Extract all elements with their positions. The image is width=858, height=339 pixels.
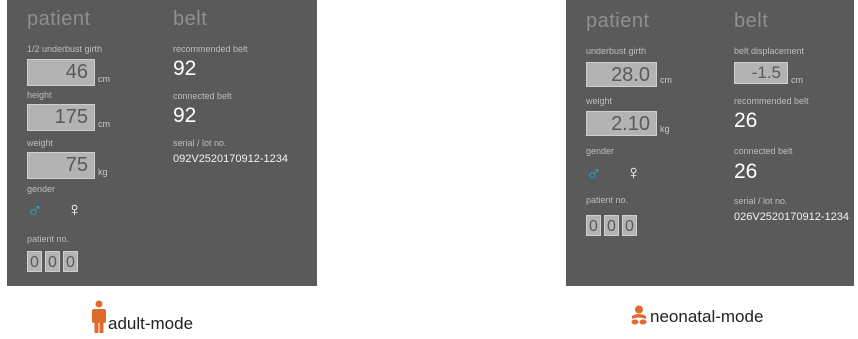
height-unit: cm xyxy=(98,119,110,129)
patient-no-digit-1[interactable]: 0 xyxy=(27,251,42,272)
adult-person-icon xyxy=(91,300,107,339)
female-icon[interactable]: ♀ xyxy=(626,162,641,185)
serial-value: 092V2520170912-1234 xyxy=(173,153,289,165)
gender-label: gender xyxy=(586,146,615,156)
patient-no-digit-2[interactable]: 0 xyxy=(45,251,60,272)
gender-label: gender xyxy=(27,184,56,194)
patient-no-label: patient no. xyxy=(586,195,629,205)
patient-no-digit-1[interactable]: 0 xyxy=(586,215,601,236)
serial-label: serial / lot no. xyxy=(173,138,227,148)
patient-no-digit-3[interactable]: 0 xyxy=(622,215,637,236)
displacement-unit: cm xyxy=(791,75,803,85)
patient-no-digit-3[interactable]: 0 xyxy=(63,251,78,272)
connected-belt-value: 26 xyxy=(734,160,758,183)
connected-belt-label: connected belt xyxy=(173,91,232,101)
underbust-girth-input[interactable]: 28.0 xyxy=(586,62,657,87)
underbust-girth-input[interactable]: 46 xyxy=(27,59,95,86)
belt-heading: belt xyxy=(173,8,208,30)
recommended-belt-value: 26 xyxy=(734,109,758,132)
height-label: height xyxy=(27,90,52,100)
weight-label: weight xyxy=(27,138,54,148)
patient-no-digit-2[interactable]: 0 xyxy=(604,215,619,236)
recommended-belt-label: recommended belt xyxy=(734,96,809,106)
adult-mode-screen: patient belt 1/2 underbust girth 46 cm h… xyxy=(7,0,317,286)
connected-belt-value: 92 xyxy=(173,104,197,127)
neonatal-mode-screen: patient belt underbust girth 28.0 cm wei… xyxy=(566,0,854,286)
weight-label: weight xyxy=(586,96,613,106)
underbust-girth-label: 1/2 underbust girth xyxy=(27,44,103,54)
belt-displacement-input[interactable]: -1.5 xyxy=(734,62,788,84)
patient-no-label: patient no. xyxy=(27,234,70,244)
belt-heading: belt xyxy=(734,10,769,32)
girth-unit: cm xyxy=(660,75,672,85)
female-icon[interactable]: ♀ xyxy=(67,199,82,222)
connected-belt-label: connected belt xyxy=(734,146,793,156)
patient-heading: patient xyxy=(27,8,91,30)
male-icon[interactable]: ♂ xyxy=(27,199,43,223)
weight-input[interactable]: 75 xyxy=(27,152,95,179)
adult-mode-caption: adult-mode xyxy=(108,314,194,333)
male-icon[interactable]: ♂ xyxy=(586,162,602,186)
serial-label: serial / lot no. xyxy=(734,196,788,206)
serial-value: 026V2520170912-1234 xyxy=(734,211,850,223)
neonatal-mode-caption: neonatal-mode xyxy=(650,307,764,326)
weight-unit: kg xyxy=(660,124,670,134)
height-input[interactable]: 175 xyxy=(27,104,95,131)
baby-icon xyxy=(630,305,648,330)
weight-unit: kg xyxy=(98,167,108,177)
recommended-belt-label: recommended belt xyxy=(173,44,248,54)
belt-displacement-label: belt displacement xyxy=(734,46,805,56)
weight-input[interactable]: 2.10 xyxy=(586,111,657,136)
patient-heading: patient xyxy=(586,10,650,32)
recommended-belt-value: 92 xyxy=(173,57,197,80)
girth-unit: cm xyxy=(98,74,110,84)
underbust-girth-label: underbust girth xyxy=(586,46,647,56)
